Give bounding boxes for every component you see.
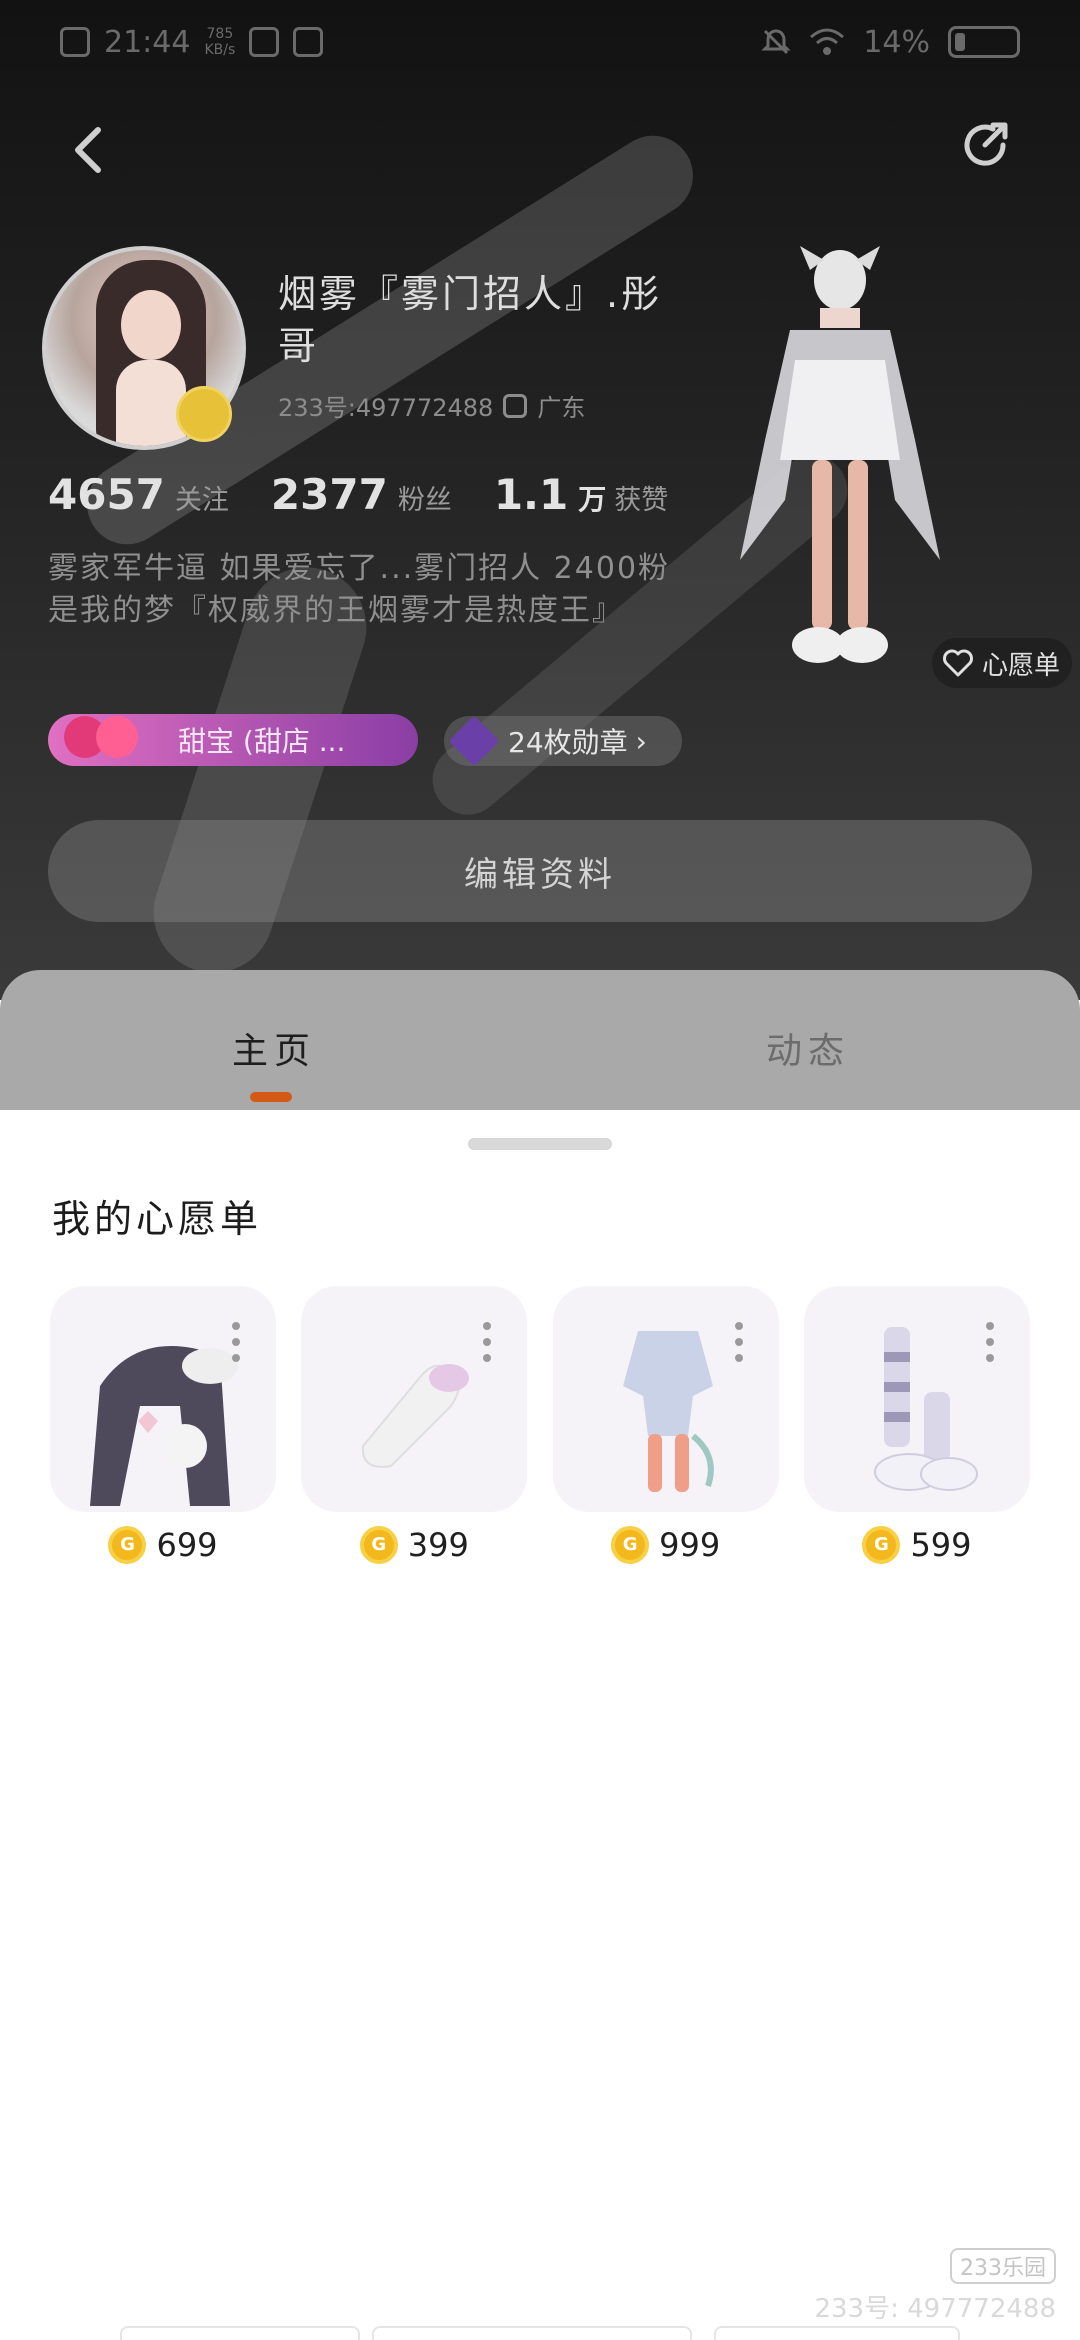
item-card[interactable] bbox=[50, 1286, 276, 1512]
tab-bar: 主页 动态 bbox=[0, 970, 1080, 1110]
app-watermark: 233乐园 233号: 497772488 bbox=[814, 2248, 1056, 2325]
coin-icon bbox=[862, 1526, 901, 1564]
item-price: 699 bbox=[50, 1526, 276, 1564]
outfit-icon bbox=[622, 1331, 714, 1492]
likes-label: 获赞 bbox=[614, 485, 669, 516]
fan-club-badge[interactable]: 甜宝 (甜店 ... bbox=[48, 714, 418, 766]
item-card[interactable] bbox=[803, 1286, 1030, 1512]
wishlist-chip[interactable]: 心愿单 bbox=[932, 638, 1072, 688]
tab-home[interactable]: 主页 bbox=[232, 1022, 316, 1074]
wishlist-item[interactable]: 599 bbox=[803, 1286, 1030, 1564]
share-icon bbox=[964, 122, 1008, 166]
watermark-logo: 233乐园 bbox=[950, 2248, 1056, 2284]
item-card[interactable] bbox=[301, 1286, 528, 1512]
nickname: 烟雾『雾门招人』.彤哥 bbox=[278, 272, 663, 368]
mute-icon bbox=[761, 29, 791, 55]
fan-club-label: 甜宝 (甜店 ... bbox=[178, 725, 346, 758]
price-value: 599 bbox=[910, 1526, 972, 1564]
bottom-nav-edge bbox=[714, 2326, 960, 2340]
status-time: 21:44 bbox=[104, 24, 191, 60]
sheet-drag-handle[interactable] bbox=[468, 1138, 612, 1150]
video-notification-icon bbox=[293, 27, 324, 57]
wishlist-items: 699 399 bbox=[50, 1286, 1030, 1564]
medals-button[interactable]: 24枚勋章 › bbox=[444, 715, 682, 767]
wishlist-item[interactable]: 399 bbox=[301, 1286, 528, 1564]
following-stat[interactable]: 4657 关注 bbox=[48, 470, 229, 519]
location: 广东 bbox=[537, 394, 586, 422]
active-tab-indicator bbox=[250, 1092, 292, 1102]
notification-icon bbox=[60, 27, 90, 57]
chevron-right-icon: › bbox=[635, 724, 647, 758]
bio: 雾家军牛逼 如果爱忘了...雾门招人 2400粉是我的梦『权威界的王烟雾才是热度… bbox=[48, 551, 671, 628]
coin-icon bbox=[611, 1526, 650, 1564]
emoji-badge-icon bbox=[176, 386, 232, 442]
watermark-id: 233号: 497772488 bbox=[814, 2294, 1056, 2324]
bottom-nav-edge bbox=[372, 2326, 692, 2340]
avatar-character[interactable] bbox=[700, 240, 980, 700]
item-price: 999 bbox=[553, 1526, 779, 1564]
heart-outline-icon bbox=[943, 649, 973, 677]
status-bar: 21:44 785 KB/s 14% bbox=[0, 0, 1080, 84]
edit-profile-button[interactable]: 编辑资料 bbox=[48, 820, 1032, 922]
network-speed: 785 KB/s bbox=[204, 26, 236, 58]
stats-row: 4657 关注 2377 粉丝 1.1 万 获赞 bbox=[48, 470, 710, 519]
price-value: 699 bbox=[156, 1526, 218, 1564]
wishlist-item[interactable]: 999 bbox=[552, 1286, 779, 1564]
more-vertical-icon[interactable] bbox=[483, 1322, 492, 1362]
bottom-nav-edge bbox=[120, 2326, 360, 2340]
wishlist-item[interactable]: 699 bbox=[50, 1286, 276, 1564]
item-price: 399 bbox=[301, 1526, 527, 1564]
fluffy-tail-icon bbox=[362, 1364, 470, 1468]
more-vertical-icon[interactable] bbox=[734, 1322, 743, 1362]
price-value: 999 bbox=[659, 1526, 721, 1564]
more-vertical-icon[interactable] bbox=[232, 1322, 240, 1362]
winged-hearts-icon bbox=[46, 710, 156, 770]
location-icon bbox=[503, 393, 528, 418]
app-notification-icon bbox=[249, 27, 280, 57]
likes-unit: 万 bbox=[578, 483, 607, 516]
chevron-left-icon bbox=[75, 127, 101, 173]
item-card[interactable] bbox=[552, 1286, 779, 1512]
fans-label: 粉丝 bbox=[397, 485, 452, 516]
tab-feed[interactable]: 动态 bbox=[766, 1022, 850, 1074]
fans-count: 2377 bbox=[270, 470, 388, 519]
following-count: 4657 bbox=[48, 470, 165, 519]
wishlist-chip-label: 心愿单 bbox=[982, 650, 1061, 681]
item-price: 599 bbox=[804, 1526, 1030, 1564]
uid-row: 233号:497772488 广东 bbox=[278, 388, 585, 423]
wishlist-sheet: 我的心愿单 699 bbox=[0, 1122, 1080, 2340]
hair-accessory-icon bbox=[90, 1346, 238, 1506]
share-button[interactable] bbox=[955, 115, 1035, 195]
wifi-icon bbox=[810, 28, 845, 55]
medal-icon bbox=[448, 715, 500, 767]
likes-stat[interactable]: 1.1 万 获赞 bbox=[494, 470, 668, 519]
price-value: 399 bbox=[407, 1526, 469, 1564]
fans-stat[interactable]: 2377 粉丝 bbox=[271, 470, 452, 519]
battery-icon bbox=[948, 26, 1020, 58]
profile-header: 21:44 785 KB/s 14% 烟雾『雾门招人』.彤哥 233号:4977… bbox=[0, 0, 1080, 1000]
wishlist-title: 我的心愿单 bbox=[52, 1197, 263, 1241]
coin-icon bbox=[359, 1526, 398, 1564]
following-label: 关注 bbox=[174, 485, 229, 516]
uid: 233号:497772488 bbox=[278, 394, 494, 422]
boots-icon bbox=[873, 1327, 978, 1491]
back-button[interactable] bbox=[60, 110, 140, 190]
battery-percent: 14% bbox=[863, 24, 930, 60]
more-vertical-icon[interactable] bbox=[985, 1322, 994, 1362]
medals-label: 24枚勋章 bbox=[508, 726, 628, 759]
likes-count: 1.1 bbox=[493, 470, 569, 519]
coin-icon bbox=[108, 1526, 147, 1564]
